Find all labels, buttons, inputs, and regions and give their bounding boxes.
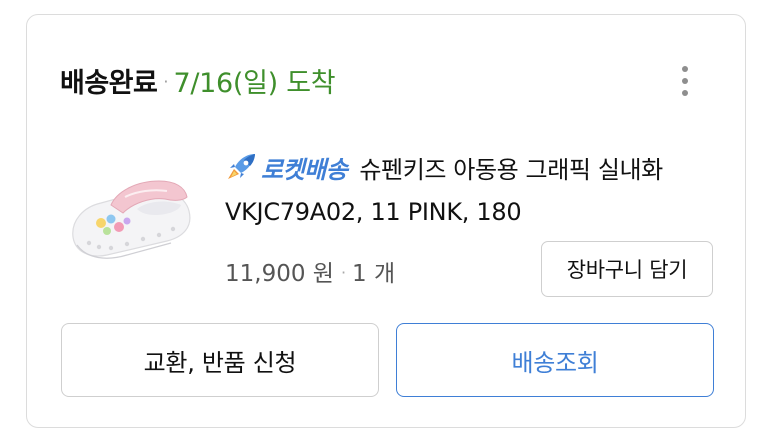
order-card: 배송완료 · 7/16(일) 도착 로켓배송 슈펜키즈 아동용 그래픽 실내화 … bbox=[26, 14, 746, 428]
product-option: VKJC79A02, 11 PINK, 180 bbox=[225, 198, 522, 226]
more-dot bbox=[682, 66, 688, 72]
product-title-line[interactable]: 로켓배송 슈펜키즈 아동용 그래픽 실내화 bbox=[225, 149, 663, 185]
product-name: 슈펜키즈 아동용 그래픽 실내화 bbox=[359, 155, 663, 184]
price-quantity-line: 11,900 원 · 1 개 bbox=[225, 255, 395, 287]
add-to-cart-button[interactable]: 장바구니 담기 bbox=[541, 241, 713, 297]
price-separator: · bbox=[340, 262, 347, 282]
arrival-date: 7/16(일) 도착 bbox=[173, 67, 336, 99]
more-dot bbox=[682, 78, 688, 84]
rocket-delivery-badge: 로켓배송 bbox=[261, 155, 348, 184]
more-options-icon[interactable] bbox=[673, 59, 697, 103]
product-quantity: 1 개 bbox=[352, 261, 396, 287]
track-delivery-button[interactable]: 배송조회 bbox=[396, 323, 714, 397]
exchange-return-button[interactable]: 교환, 반품 신청 bbox=[61, 323, 379, 397]
product-thumbnail[interactable] bbox=[67, 151, 195, 281]
order-header: 배송완료 · 7/16(일) 도착 bbox=[60, 63, 336, 99]
rocket-icon bbox=[228, 154, 255, 179]
product-price: 11,900 원 bbox=[225, 261, 334, 287]
delivery-status: 배송완료 bbox=[60, 67, 158, 99]
header-separator: · bbox=[163, 71, 169, 91]
more-dot bbox=[682, 90, 688, 96]
